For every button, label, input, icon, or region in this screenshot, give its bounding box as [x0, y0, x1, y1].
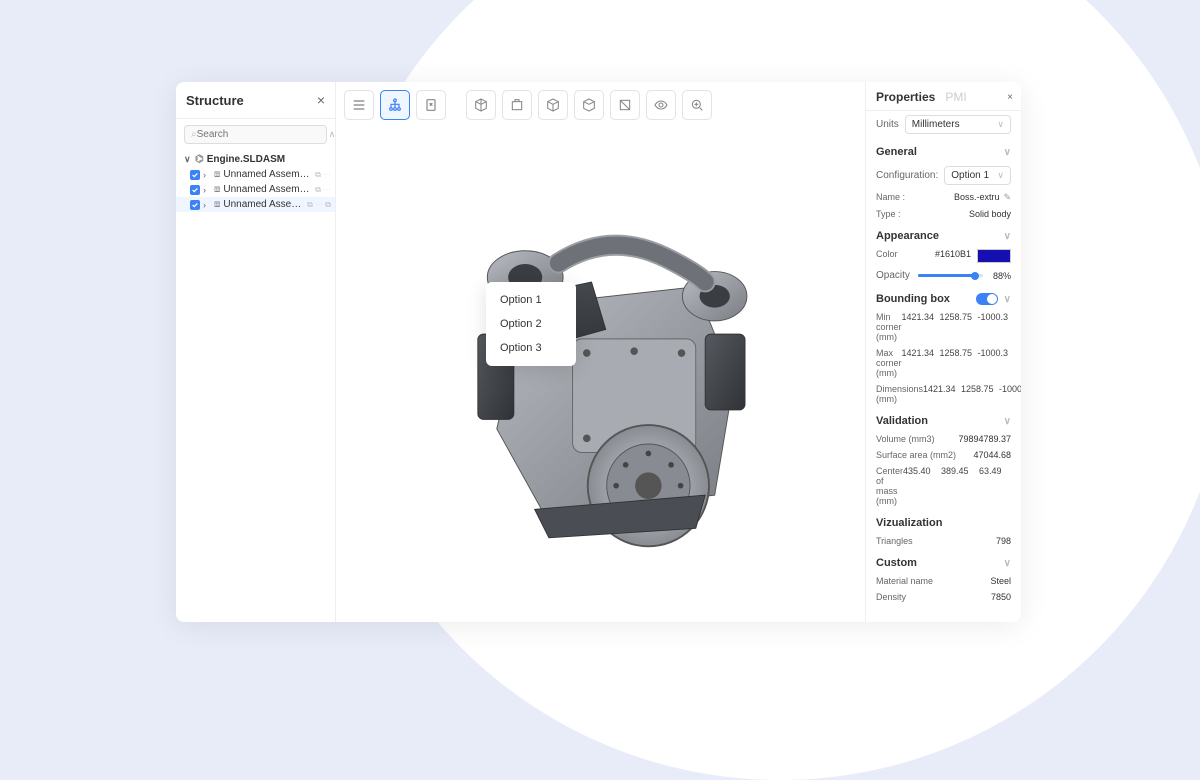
chevron-down-icon: ∨ — [1004, 558, 1011, 569]
units-label: Units — [876, 119, 899, 130]
type-value: Solid body — [969, 209, 1011, 219]
com-value: 435.40389.4563.49 — [903, 466, 1013, 506]
chevron-down-icon: ∨ — [997, 119, 1004, 130]
structure-title: Structure — [186, 93, 244, 108]
cube-button[interactable] — [466, 90, 496, 120]
chevron-down-icon: ∨ — [1004, 147, 1011, 158]
chevron-right-icon[interactable]: › — [203, 185, 211, 195]
app-window: Structure × ⌕ ∧∨× ∨ ⌬ Engine.SLDASM › ⧈ … — [176, 82, 1021, 622]
bbox-max: 1421.341258.75-1000.3 — [902, 348, 1012, 378]
tree-item[interactable]: › ⧈ Unnamed Assembly2 ⧉ ⋯ — [176, 182, 335, 197]
color-swatch[interactable] — [977, 249, 1011, 263]
material-value: Steel — [990, 576, 1011, 586]
tree-item-actions[interactable]: ⧉ ⋯ — [315, 185, 331, 195]
section-bbox[interactable]: Bounding box ∨ — [866, 285, 1021, 309]
chevron-down-icon: ∨ — [1004, 294, 1011, 305]
toolbar-left — [344, 90, 446, 120]
close-icon[interactable]: × — [317, 92, 325, 108]
tree-root[interactable]: ∨ ⌬ Engine.SLDASM — [176, 152, 335, 167]
cube3-button[interactable] — [574, 90, 604, 120]
area-value: 47044.68 — [973, 450, 1011, 460]
color-hex: #1610B1 — [935, 249, 971, 263]
toolbar-view — [466, 90, 712, 120]
context-menu-item[interactable]: Option 2 — [486, 312, 576, 336]
section-button[interactable] — [610, 90, 640, 120]
chevron-down-icon: ∨ — [997, 170, 1004, 181]
tree-item-actions[interactable]: ⧉ ⋯ — [315, 170, 331, 180]
tree-mode-button[interactable] — [380, 90, 410, 120]
cube2-button[interactable] — [538, 90, 568, 120]
tree-item-actions[interactable]: ⧉ ⋯ ⧉ — [307, 200, 331, 210]
section-viz[interactable]: Vizualization — [866, 509, 1021, 533]
section-custom[interactable]: Custom∨ — [866, 549, 1021, 573]
edit-icon[interactable]: ✎ — [1003, 192, 1011, 203]
close-icon[interactable]: × — [1007, 92, 1013, 103]
structure-tree: ∨ ⌬ Engine.SLDASM › ⧈ Unnamed Assembly ⧉… — [176, 150, 335, 214]
frame-button[interactable] — [502, 90, 532, 120]
part-icon: ⧈ — [214, 199, 220, 210]
chevron-down-icon[interactable]: ∨ — [184, 154, 192, 165]
search-input[interactable]: ⌕ ∧∨× — [184, 125, 327, 144]
opacity-value: 88% — [989, 271, 1011, 281]
checkbox[interactable] — [190, 170, 200, 180]
model-view[interactable] — [411, 192, 791, 552]
page-button[interactable] — [416, 90, 446, 120]
structure-panel: Structure × ⌕ ∧∨× ∨ ⌬ Engine.SLDASM › ⧈ … — [176, 82, 336, 622]
context-menu-item[interactable]: Option 3 — [486, 336, 576, 360]
chevron-down-icon: ∨ — [1004, 231, 1011, 242]
bbox-min: 1421.341258.75-1000.3 — [902, 312, 1012, 342]
tree-item[interactable]: › ⧈ Unnamed Assembly ⧉ ⋯ ⧉ — [176, 197, 335, 212]
chevron-down-icon: ∨ — [1004, 416, 1011, 427]
zoom-button[interactable] — [682, 90, 712, 120]
viewport[interactable] — [336, 82, 865, 622]
units-select[interactable]: Millimeters∨ — [905, 115, 1011, 134]
bbox-toggle[interactable] — [976, 293, 998, 305]
density-value: 7850 — [991, 592, 1011, 602]
context-menu: Option 1 Option 2 Option 3 — [486, 282, 576, 366]
config-label: Configuration: — [876, 170, 938, 181]
visibility-button[interactable] — [646, 90, 676, 120]
volume-value: 79894789.37 — [958, 434, 1011, 444]
assembly-icon: ⌬ — [195, 154, 204, 165]
part-icon: ⧈ — [214, 169, 220, 180]
part-icon: ⧈ — [214, 184, 220, 195]
menu-button[interactable] — [344, 90, 374, 120]
chevron-right-icon[interactable]: › — [203, 200, 211, 210]
bbox-dim: 1421.341258.75-1000.3 — [923, 384, 1021, 404]
checkbox[interactable] — [190, 185, 200, 195]
config-select[interactable]: Option 1∨ — [944, 166, 1011, 185]
triangles-value: 798 — [996, 536, 1011, 546]
tab-pmi[interactable]: PMI — [945, 90, 966, 104]
section-validation[interactable]: Validation∨ — [866, 407, 1021, 431]
opacity-slider[interactable] — [918, 274, 983, 277]
properties-panel: Properties PMI × Units Millimeters∨ Gene… — [865, 82, 1021, 622]
section-general[interactable]: General∨ — [866, 138, 1021, 162]
chevron-right-icon[interactable]: › — [203, 170, 211, 180]
context-menu-item[interactable]: Option 1 — [486, 288, 576, 312]
tree-item[interactable]: › ⧈ Unnamed Assembly ⧉ ⋯ — [176, 167, 335, 182]
name-value: Boss.-extru — [954, 192, 1000, 203]
section-appearance[interactable]: Appearance∨ — [866, 222, 1021, 246]
checkbox[interactable] — [190, 200, 200, 210]
tab-properties[interactable]: Properties — [876, 90, 935, 104]
